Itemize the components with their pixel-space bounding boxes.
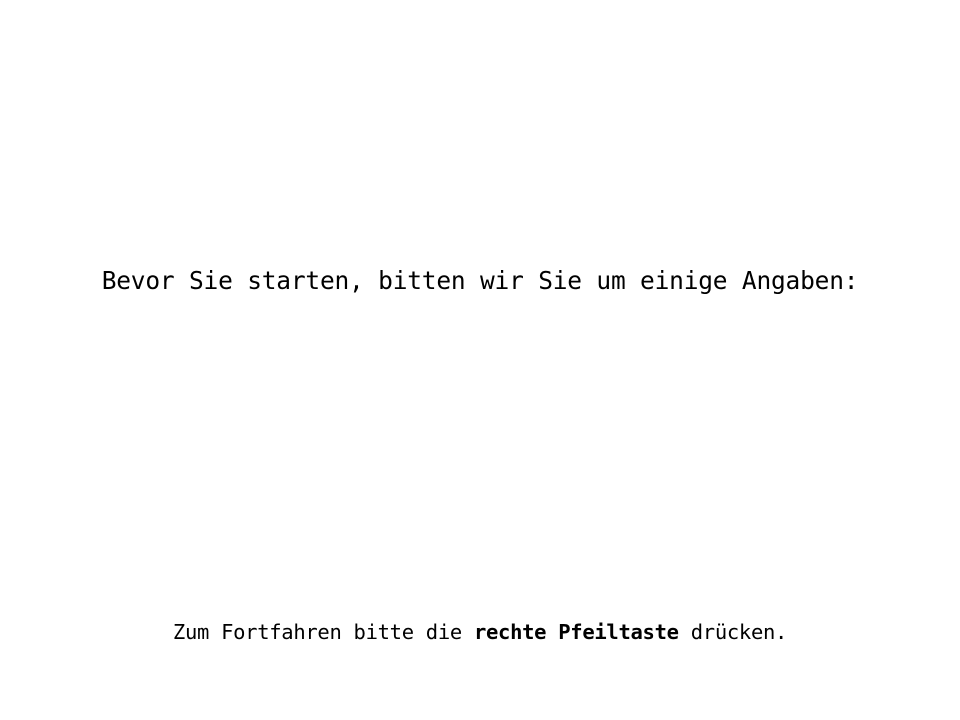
continue-instruction: Zum Fortfahren bitte die rechte Pfeiltas… (0, 617, 960, 647)
instruction-screen: Bevor Sie starten, bitten wir Sie um ein… (0, 0, 960, 720)
right-arrow-key-label: rechte Pfeiltaste (473, 620, 679, 644)
continue-instruction-prefix: Zum Fortfahren bitte die (172, 620, 474, 644)
continue-instruction-suffix: drücken. (678, 620, 788, 644)
intro-heading: Bevor Sie starten, bitten wir Sie um ein… (101, 266, 859, 295)
